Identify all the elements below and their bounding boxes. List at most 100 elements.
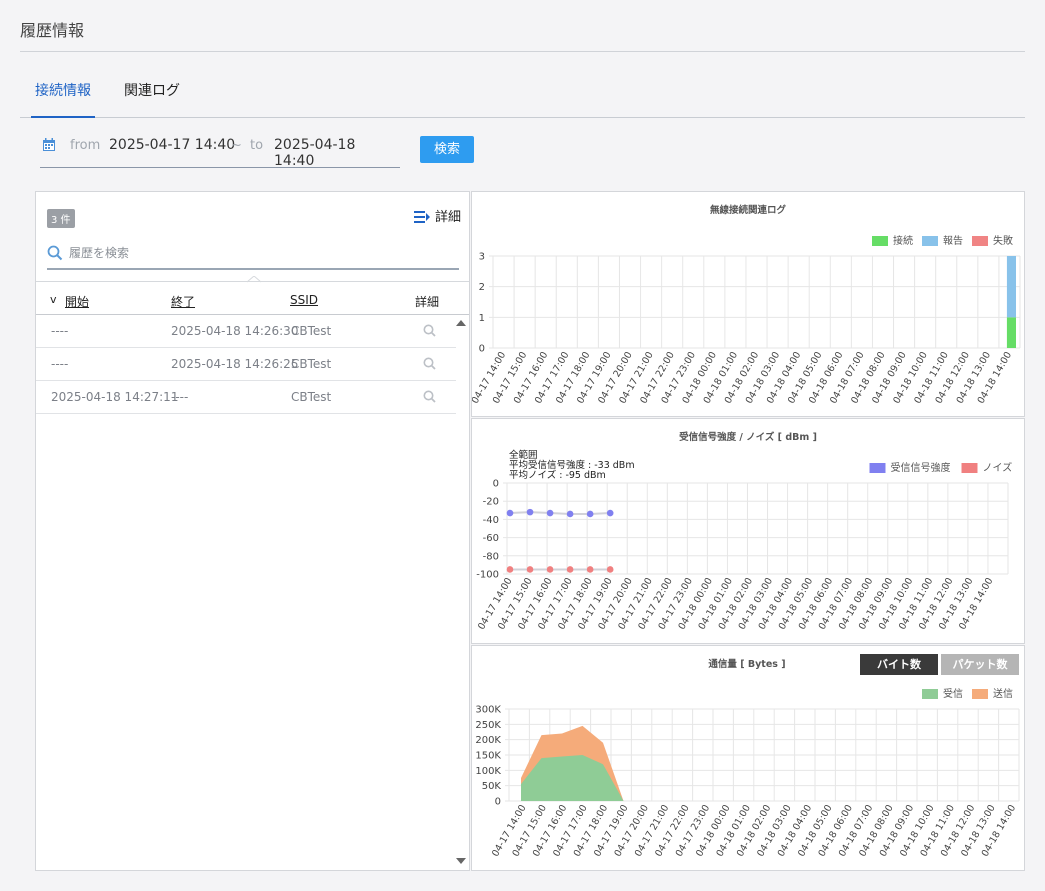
wireless-log-chart: 無線接続関連ログ 失敗 報告 接続 0 1 2 3 04-17 14:00 04-17 15:00… — [471, 191, 1025, 417]
tab-related-log[interactable]: 関連ログ — [124, 82, 180, 118]
magnifier-icon[interactable] — [423, 324, 436, 337]
legend-swatch — [922, 236, 938, 246]
legend-swatch — [922, 689, 938, 699]
y-tick-label: 0 — [479, 344, 485, 355]
series-line-受信信号強度 — [509, 511, 611, 515]
point-受信信号強度 — [546, 509, 554, 517]
tab-connection-info[interactable]: 接続情報 — [31, 82, 95, 118]
chart-title: 無線接続関連ログ — [710, 204, 787, 216]
search-icon — [47, 245, 63, 261]
row-ssid: CBTest — [291, 390, 332, 404]
row-end: 2025-04-18 14:26:25 — [171, 357, 299, 371]
chart-title: 通信量 [ Bytes ] — [708, 658, 785, 670]
column-end[interactable]: 終了 — [171, 295, 195, 309]
magnifier-icon[interactable] — [423, 390, 436, 403]
legend-label: 報告 — [943, 234, 963, 247]
y-tick-label: -80 — [483, 551, 499, 562]
title-divider — [20, 51, 1025, 52]
table-row[interactable]: 2025-04-18 14:27:11 ---- CBTest — [36, 381, 456, 414]
point-受信信号強度 — [526, 508, 534, 516]
table-row[interactable]: ---- 2025-04-18 14:26:30 CBTest — [36, 315, 456, 348]
legend-label: 失敗 — [993, 234, 1013, 247]
wireless-log-chart-svg: 無線接続関連ログ失敗報告接続012304-17 14:0004-17 15:00… — [472, 204, 1021, 406]
bytes-mode-button[interactable]: バイト数 — [860, 654, 938, 675]
y-tick-label: 0 — [493, 479, 499, 490]
row-start: ---- — [51, 324, 69, 338]
search-button[interactable]: 検索 — [420, 136, 474, 163]
signal-noise-chart: 受信信号強度 / ノイズ [ dBm ] 全範囲 平均受信信号強度 : -33 dB… — [471, 418, 1025, 644]
row-start: ---- — [51, 357, 69, 371]
y-tick-label: 300K — [475, 705, 501, 716]
scroll-down-arrow[interactable] — [456, 858, 466, 864]
scroll-up-arrow[interactable] — [456, 320, 466, 326]
legend-swatch — [972, 689, 988, 699]
legend-label: 受信信号強度 — [891, 461, 951, 474]
arrow-list-icon — [414, 211, 430, 223]
y-tick-label: 50K — [482, 781, 502, 792]
row-end: 2025-04-18 14:26:30 — [171, 324, 299, 338]
y-tick-label: -40 — [483, 515, 499, 526]
chart-title: 受信信号強度 / ノイズ [ dBm ] — [679, 431, 817, 443]
y-tick-label: 0 — [495, 797, 501, 808]
bar-報告 — [1006, 256, 1016, 318]
history-count-badge: 3 件 — [47, 209, 75, 228]
point-受信信号強度 — [566, 510, 574, 518]
legend-swatch — [972, 236, 988, 246]
y-tick-label: -100 — [476, 570, 499, 581]
column-detail: 詳細 — [415, 295, 440, 309]
legend-label: 送信 — [993, 687, 1013, 700]
bar-接続 — [1006, 317, 1016, 348]
y-tick-label: 2 — [479, 282, 485, 293]
column-start[interactable]: 開始 — [65, 295, 89, 309]
traffic-chart-svg: 通信量 [ Bytes ] 送信 受信 0 50K 100K 150K 200K 250K 300… — [475, 658, 1020, 859]
history-search-box[interactable] — [47, 242, 459, 270]
point-ノイズ — [546, 566, 554, 573]
point-ノイズ — [566, 566, 574, 573]
legend-swatch — [961, 463, 978, 473]
y-tick-label: -20 — [483, 497, 499, 508]
from-date-value[interactable]: 2025-04-17 14:40 — [109, 137, 235, 153]
y-tick-label: 250K — [475, 720, 501, 731]
legend-label: 受信 — [943, 688, 963, 700]
row-ssid: CBTest — [291, 324, 332, 338]
sort-chevron-icon[interactable]: v — [50, 293, 57, 306]
y-tick-label: 1 — [479, 313, 485, 324]
point-ノイズ — [606, 566, 614, 573]
traffic-chart: 通信量 [ Bytes ] 送信 受信 0 50K 100K 150K 200K 250K 300… — [471, 645, 1025, 871]
row-end: ---- — [171, 390, 189, 404]
row-start: 2025-04-18 14:27:11 — [51, 390, 179, 404]
magnifier-icon[interactable] — [423, 357, 436, 370]
history-table-header: v 開始 終了 SSID 詳細 — [36, 281, 469, 315]
legend-swatch — [872, 236, 888, 246]
from-label: from — [70, 138, 101, 153]
detail-toggle-button[interactable]: 詳細 — [414, 206, 461, 225]
y-tick-label: 3 — [479, 252, 485, 263]
y-tick-label: -60 — [483, 533, 499, 544]
point-受信信号強度 — [506, 509, 514, 517]
date-range-picker[interactable]: from 2025-04-17 14:40 ~ to 2025-04-18 14… — [40, 132, 400, 169]
row-ssid: CBTest — [291, 357, 332, 371]
page-title: 履歴情報 — [20, 21, 85, 40]
y-tick-label: 100K — [475, 766, 501, 777]
legend-swatch — [869, 463, 886, 473]
column-ssid[interactable]: SSID — [290, 293, 318, 307]
to-label: to — [250, 138, 264, 153]
point-ノイズ — [526, 566, 534, 573]
to-date-value[interactable]: 2025-04-18 14:40 — [274, 137, 400, 169]
range-separator: ~ — [231, 138, 242, 153]
history-search-input[interactable] — [69, 242, 449, 264]
point-ノイズ — [506, 566, 514, 573]
point-受信信号強度 — [606, 509, 614, 517]
calendar-icon — [43, 138, 55, 151]
table-row[interactable]: ---- 2025-04-18 14:26:25 CBTest — [36, 348, 456, 381]
legend-label: 接続 — [893, 234, 913, 247]
point-ノイズ — [586, 566, 594, 573]
tab-bar: 接続情報 関連ログ — [20, 80, 1025, 118]
signal-noise-chart-svg: 受信信号強度 / ノイズ [ dBm ]全範囲平均受信信号強度 : -33 dB… — [476, 431, 1013, 632]
legend-label: ノイズ — [983, 461, 1013, 474]
y-tick-label: 150K — [475, 751, 501, 762]
y-tick-label: 200K — [475, 735, 501, 746]
point-受信信号強度 — [586, 510, 594, 518]
chart-annotation: 平均ノイズ : -95 dBm — [509, 469, 606, 481]
packets-mode-button[interactable]: パケット数 — [941, 654, 1019, 675]
